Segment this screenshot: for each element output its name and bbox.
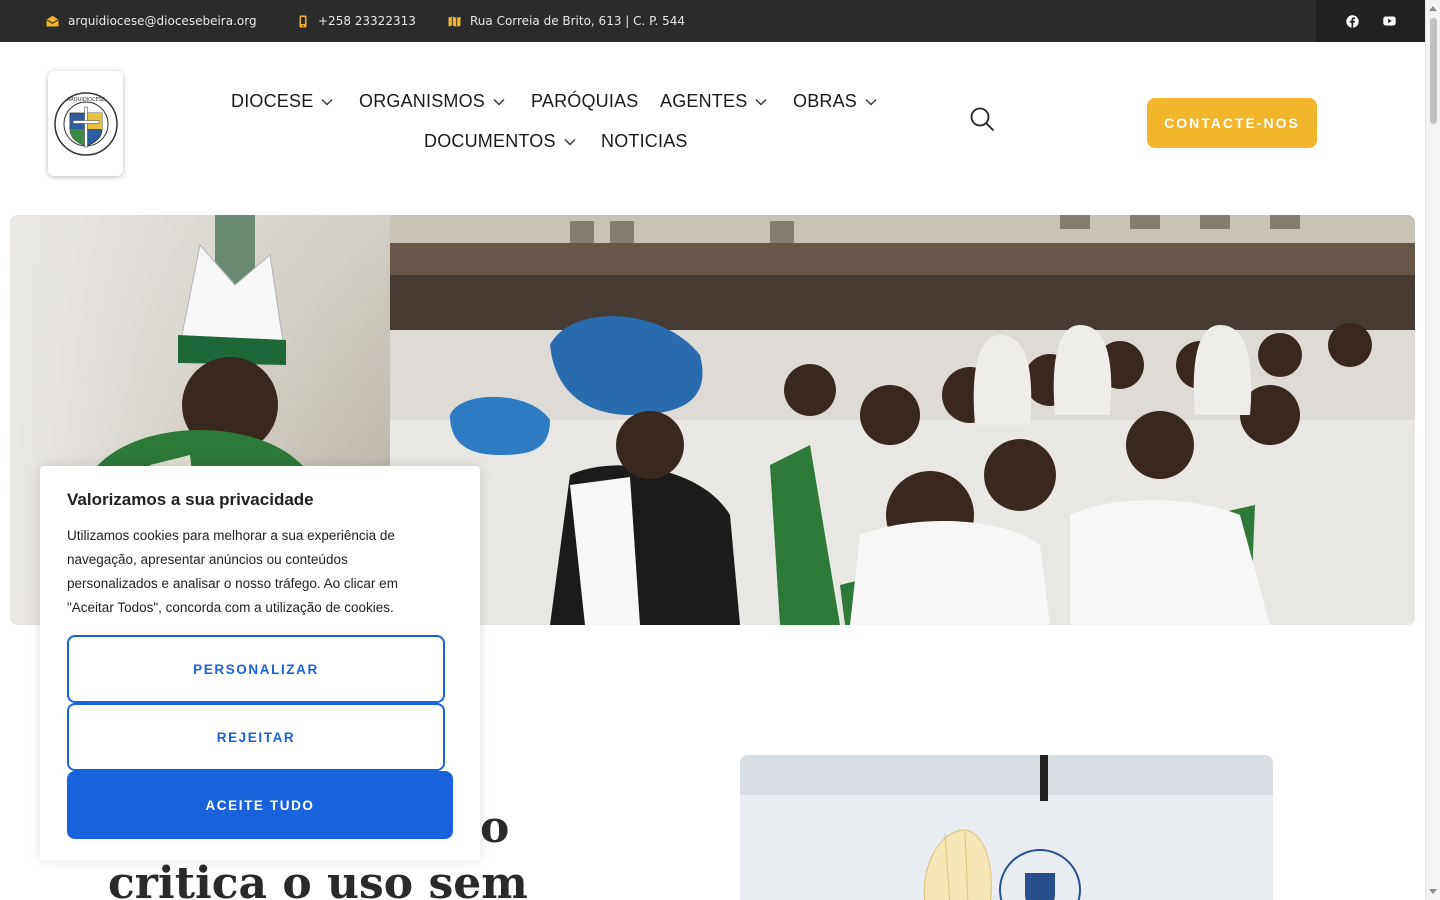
nav-diocese[interactable]: DIOCESE (231, 91, 333, 112)
nav-label: PARÓQUIAS (531, 91, 639, 111)
nav-label: DOCUMENTOS (424, 131, 556, 151)
top-bar: arquidiocese@diocesebeira.org +258 23322… (0, 0, 1425, 42)
social-links (1316, 0, 1425, 42)
nav-obras[interactable]: OBRAS (793, 91, 877, 112)
scroll-up-arrow-icon[interactable] (1429, 6, 1437, 11)
scroll-down-arrow-icon[interactable] (1429, 889, 1437, 894)
topbar-phone-text: +258 23322313 (318, 14, 416, 28)
cookie-description: Utilizamos cookies para melhorar a sua e… (67, 528, 398, 615)
nav-label: AGENTES (660, 91, 748, 111)
nav-paroquias[interactable]: PARÓQUIAS (531, 91, 639, 112)
topbar-email-text: arquidiocese@diocesebeira.org (68, 14, 257, 28)
facebook-icon[interactable] (1345, 14, 1360, 29)
contact-us-button[interactable]: CONTACTE-NOS (1147, 98, 1317, 148)
search-button[interactable] (969, 106, 995, 132)
map-icon (448, 15, 461, 28)
reject-button[interactable]: REJEITAR (67, 703, 445, 771)
diocese-seal-icon: ARQUIDIOCESE (53, 91, 118, 156)
chevron-down-icon (321, 98, 333, 105)
nav-label: DIOCESE (231, 91, 314, 111)
phone-icon (296, 15, 309, 28)
topbar-address-text: Rua Correia de Brito, 613 | C. P. 544 (470, 14, 686, 28)
topbar-address: Rua Correia de Brito, 613 | C. P. 544 (448, 0, 685, 42)
search-icon (970, 107, 994, 131)
nav-agentes[interactable]: AGENTES (660, 91, 767, 112)
article-heading-line2: critica o uso sem (108, 858, 528, 900)
cookie-consent-dialog: Valorizamos a sua privacidade Utilizamos… (40, 466, 480, 860)
customize-button[interactable]: PERSONALIZAR (67, 635, 445, 703)
svg-text:ARQUIDIOCESE: ARQUIDIOCESE (66, 97, 104, 103)
nav-label: ORGANISMOS (359, 91, 486, 111)
cookie-title: Valorizamos a sua privacidade (67, 490, 314, 509)
site-logo[interactable]: ARQUIDIOCESE (48, 71, 123, 176)
envelope-icon (46, 15, 59, 28)
nav-organismos[interactable]: ORGANISMOS (359, 91, 505, 112)
topbar-email[interactable]: arquidiocese@diocesebeira.org (46, 0, 257, 42)
chevron-down-icon (493, 98, 505, 105)
accept-all-button[interactable]: ACEITE TUDO (67, 771, 453, 839)
chevron-down-icon (865, 98, 877, 105)
nav-label: NOTICIAS (601, 131, 688, 151)
nav-noticias[interactable]: NOTICIAS (601, 131, 688, 152)
topbar-phone[interactable]: +258 23322313 (296, 0, 416, 42)
chevron-down-icon (755, 98, 767, 105)
nav-label: OBRAS (793, 91, 858, 111)
youtube-icon[interactable] (1382, 14, 1397, 29)
article-image[interactable] (740, 755, 1273, 900)
page-scrollbar[interactable] (1425, 0, 1440, 900)
nav-documentos[interactable]: DOCUMENTOS (424, 131, 576, 152)
scrollbar-thumb[interactable] (1430, 18, 1437, 124)
chevron-down-icon (564, 138, 576, 145)
